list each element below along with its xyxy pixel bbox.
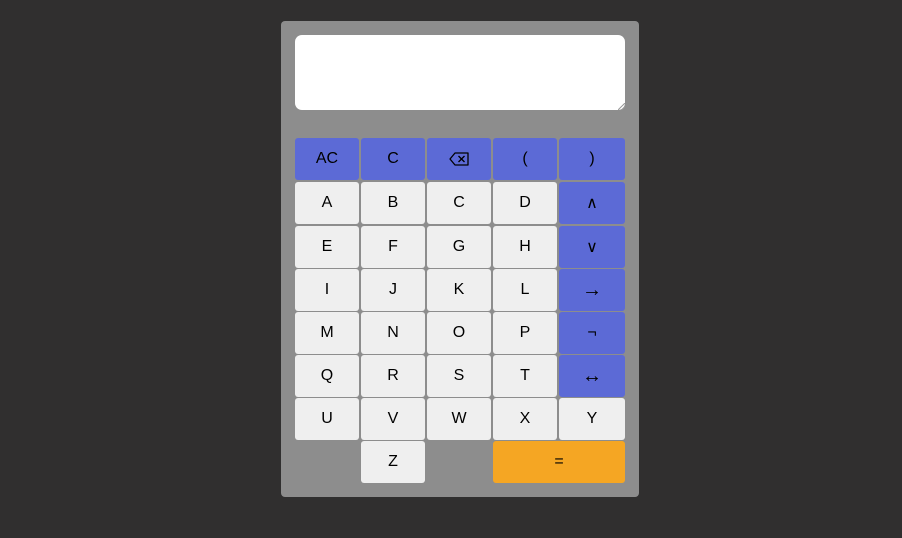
letter-x-button[interactable]: X <box>493 398 557 440</box>
letter-o-button[interactable]: O <box>427 312 491 354</box>
letter-v-button[interactable]: V <box>361 398 425 440</box>
letter-h-button[interactable]: H <box>493 226 557 268</box>
letter-q-button[interactable]: Q <box>295 355 359 397</box>
letter-z-button[interactable]: Z <box>361 441 425 483</box>
letter-r-button[interactable]: R <box>361 355 425 397</box>
letter-w-button[interactable]: W <box>427 398 491 440</box>
letter-d-button[interactable]: D <box>493 182 557 224</box>
letter-k-button[interactable]: K <box>427 269 491 311</box>
letter-s-button[interactable]: S <box>427 355 491 397</box>
letter-f-button[interactable]: F <box>361 226 425 268</box>
iff-label: ↔ <box>582 364 602 387</box>
expression-display[interactable] <box>295 35 625 110</box>
letter-g-button[interactable]: G <box>427 226 491 268</box>
iff-button[interactable]: ↔ <box>559 355 625 397</box>
letter-p-button[interactable]: P <box>493 312 557 354</box>
letter-e-button[interactable]: E <box>295 226 359 268</box>
implies-button[interactable]: → <box>559 269 625 311</box>
all-clear-button[interactable]: AC <box>295 138 359 180</box>
letter-i-button[interactable]: I <box>295 269 359 311</box>
equals-button[interactable]: = <box>493 441 625 483</box>
letter-c-button[interactable]: C <box>427 182 491 224</box>
close-paren-button[interactable]: ) <box>559 138 625 180</box>
implies-label: → <box>582 278 602 301</box>
letter-l-button[interactable]: L <box>493 269 557 311</box>
letter-a-button[interactable]: A <box>295 182 359 224</box>
letter-m-button[interactable]: M <box>295 312 359 354</box>
letter-n-button[interactable]: N <box>361 312 425 354</box>
or-button[interactable]: ∨ <box>559 226 625 268</box>
open-paren-button[interactable]: ( <box>493 138 557 180</box>
letter-j-button[interactable]: J <box>361 269 425 311</box>
clear-button[interactable]: C <box>361 138 425 180</box>
backspace-icon <box>449 152 469 166</box>
backspace-button[interactable] <box>427 138 491 180</box>
and-button[interactable]: ∧ <box>559 182 625 224</box>
calculator-panel: AC C ( ) A B C D ∧ E F G H ∨ I J K L → M… <box>281 21 639 497</box>
letter-t-button[interactable]: T <box>493 355 557 397</box>
not-button[interactable]: ¬ <box>559 312 625 354</box>
letter-y-button[interactable]: Y <box>559 398 625 440</box>
letter-u-button[interactable]: U <box>295 398 359 440</box>
letter-b-button[interactable]: B <box>361 182 425 224</box>
